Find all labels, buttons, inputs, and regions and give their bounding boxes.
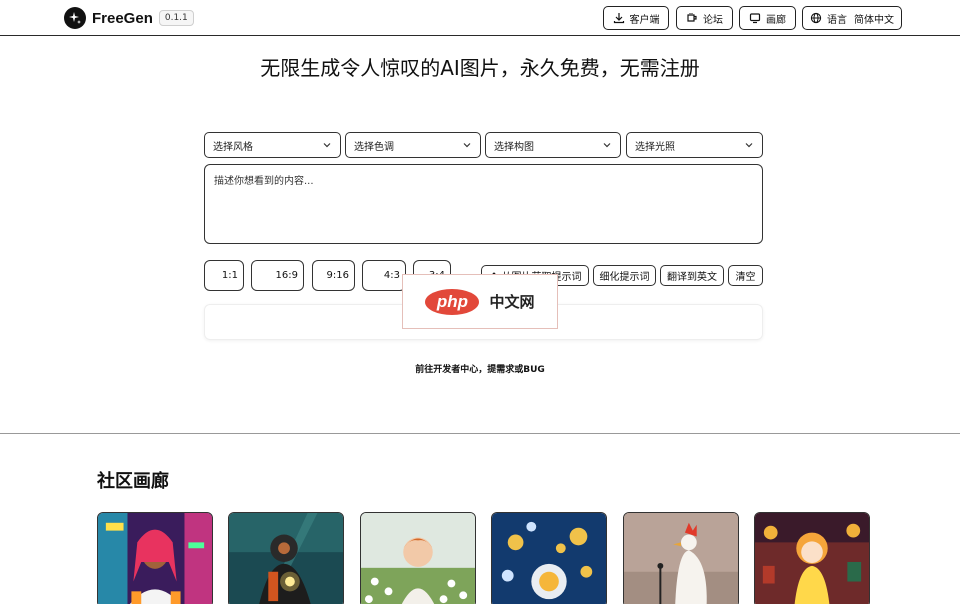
- chevron-down-icon: [323, 143, 331, 148]
- rooster-image: [624, 513, 738, 604]
- chevron-down-icon: [463, 143, 471, 148]
- gallery-heading: 社区画廊: [97, 471, 169, 492]
- section-divider: [0, 433, 960, 434]
- ratio-1-1-button[interactable]: 1:1: [204, 260, 244, 291]
- anime-girl-image: [755, 513, 869, 604]
- cup-icon: [687, 13, 697, 22]
- language-label: 语言: [827, 14, 847, 26]
- ratio-label: 16:9: [275, 270, 298, 281]
- gallery-card-baby[interactable]: [360, 512, 476, 604]
- welder-image: [229, 513, 343, 604]
- chevron-down-icon: [603, 143, 611, 148]
- lighting-select[interactable]: 选择光照: [626, 132, 763, 158]
- translate-button[interactable]: 翻译到英文: [660, 265, 724, 286]
- language-button[interactable]: 语言 简体中文: [802, 6, 902, 30]
- color-select[interactable]: 选择色调: [345, 132, 481, 158]
- gallery-label: 画廊: [766, 14, 786, 26]
- client-button[interactable]: 客户端: [603, 6, 669, 30]
- developer-center-link[interactable]: 前往开发者中心，提需求或BUG: [0, 362, 960, 375]
- monitor-icon: [749, 13, 761, 24]
- gallery-card-gems[interactable]: [491, 512, 607, 604]
- baby-in-flowers-image: [361, 513, 475, 604]
- ratio-label: 9:16: [326, 270, 349, 281]
- refine-prompt-button[interactable]: 细化提示词: [593, 265, 656, 286]
- brand-name: FreeGen: [92, 9, 153, 27]
- forum-button[interactable]: 论坛: [676, 6, 733, 30]
- clear-label: 清空: [735, 272, 756, 283]
- language-value: 简体中文: [854, 14, 894, 26]
- ratio-label: 4:3: [383, 270, 400, 281]
- gallery-card-neon-portrait[interactable]: [97, 512, 213, 604]
- download-icon: [613, 13, 624, 24]
- gallery-button[interactable]: 画廊: [739, 6, 796, 30]
- ratio-16-9-button[interactable]: 16:9: [251, 260, 304, 291]
- composition-select[interactable]: 选择构图: [485, 132, 621, 158]
- chevron-down-icon: [745, 143, 753, 148]
- forum-label: 论坛: [703, 14, 723, 26]
- prompt-textarea[interactable]: 描述你想看到的内容...: [204, 164, 763, 244]
- style-select[interactable]: 选择风格: [204, 132, 341, 158]
- lighting-select-label: 选择光照: [635, 141, 675, 153]
- ratio-9-16-button[interactable]: 9:16: [312, 260, 355, 291]
- site-watermark: php 中文网: [402, 274, 558, 329]
- watermark-text: 中文网: [489, 293, 535, 311]
- gallery-card-welder[interactable]: [228, 512, 344, 604]
- globe-icon: [810, 12, 822, 24]
- style-select-label: 选择风格: [213, 141, 253, 153]
- top-bar: FreeGen 0.1.1 客户端 论坛 画廊 语言 简体中文: [0, 0, 960, 36]
- gallery-card-rooster[interactable]: [623, 512, 739, 604]
- refine-label: 细化提示词: [599, 272, 650, 283]
- page-headline: 无限生成令人惊叹的AI图片，永久免费，无需注册: [260, 56, 700, 80]
- translate-label: 翻译到英文: [667, 272, 717, 283]
- brand[interactable]: FreeGen 0.1.1: [64, 7, 194, 29]
- prompt-placeholder: 描述你想看到的内容...: [214, 176, 314, 187]
- sparkle-logo-icon: [64, 7, 86, 29]
- composition-select-label: 选择构图: [494, 141, 534, 153]
- neon-portrait-image: [98, 513, 212, 604]
- gems-image: [492, 513, 606, 604]
- php-logo: php: [425, 288, 480, 315]
- client-label: 客户端: [629, 14, 660, 26]
- version-badge: 0.1.1: [158, 10, 194, 26]
- ratio-label: 1:1: [221, 270, 238, 281]
- clear-button[interactable]: 清空: [728, 265, 763, 286]
- ratio-4-3-button[interactable]: 4:3: [362, 260, 406, 291]
- gallery-card-anime-girl[interactable]: [754, 512, 870, 604]
- color-select-label: 选择色调: [354, 141, 394, 153]
